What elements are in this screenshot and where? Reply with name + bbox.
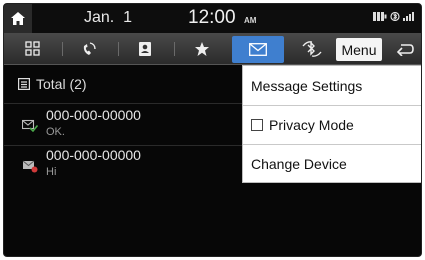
back-button[interactable]: [388, 33, 421, 65]
keypad-icon: [25, 41, 40, 56]
call-history-icon: [83, 42, 96, 55]
total-count-label: Total (2): [36, 76, 87, 92]
menu-button[interactable]: Menu: [336, 38, 382, 61]
message-list-item[interactable]: 000-000-00000 Hi: [18, 147, 268, 187]
messages-envelope-icon: [249, 43, 267, 56]
list-divider: [4, 145, 244, 146]
tab-separator: [62, 42, 63, 56]
head-unit-screen: Jan. 1 12:00 AM Menu Total (2) 000-000-0…: [3, 3, 422, 257]
bluetooth-icon: [390, 12, 400, 21]
message-sender-number: 000-000-00000: [46, 147, 141, 163]
tab-call-history[interactable]: [70, 33, 108, 65]
privacy-mode-checkbox[interactable]: [251, 119, 263, 131]
status-icons: [373, 12, 417, 21]
tab-favorites[interactable]: [182, 33, 222, 65]
bluetooth-settings-icon: [302, 41, 322, 57]
contacts-icon: [139, 42, 151, 56]
tab-contacts[interactable]: [126, 33, 164, 65]
tab-messages[interactable]: [232, 36, 284, 63]
tab-bluetooth-settings[interactable]: [294, 33, 330, 65]
back-arrow-icon: [396, 44, 414, 56]
message-read-icon: [22, 119, 38, 132]
home-icon: [11, 12, 25, 25]
message-preview: OK.: [46, 126, 65, 138]
status-bar: Jan. 1 12:00 AM: [4, 4, 421, 33]
tab-separator: [174, 42, 175, 56]
message-list-item[interactable]: 000-000-00000 OK.: [18, 107, 268, 147]
ampm-indicator: AM: [244, 16, 257, 25]
battery-icon: [373, 12, 387, 21]
home-button[interactable]: [4, 4, 32, 33]
list-divider: [4, 103, 244, 104]
date-display: Jan. 1: [84, 9, 133, 26]
tab-keypad[interactable]: [14, 33, 52, 65]
menu-item-change-device[interactable]: Change Device: [243, 144, 421, 183]
message-sender-number: 000-000-00000: [46, 107, 141, 123]
menu-item-label: Change Device: [251, 156, 347, 172]
clock-display: 12:00: [188, 7, 236, 28]
signal-icon: [403, 12, 414, 21]
menu-item-label: Message Settings: [251, 77, 363, 94]
list-icon: [18, 78, 30, 90]
message-unread-icon: [22, 160, 38, 173]
favorites-star-icon: [195, 42, 209, 56]
menu-dropdown: Message Settings Privacy Mode Change Dev…: [242, 65, 421, 183]
tab-separator: [118, 42, 119, 56]
menu-item-label: Privacy Mode: [269, 117, 354, 133]
total-count-row: Total (2): [18, 76, 87, 92]
menu-item-message-settings[interactable]: Message Settings: [243, 66, 421, 105]
message-preview: Hi: [46, 166, 57, 178]
tab-bar: Menu: [4, 33, 421, 65]
menu-item-privacy-mode[interactable]: Privacy Mode: [243, 105, 421, 144]
